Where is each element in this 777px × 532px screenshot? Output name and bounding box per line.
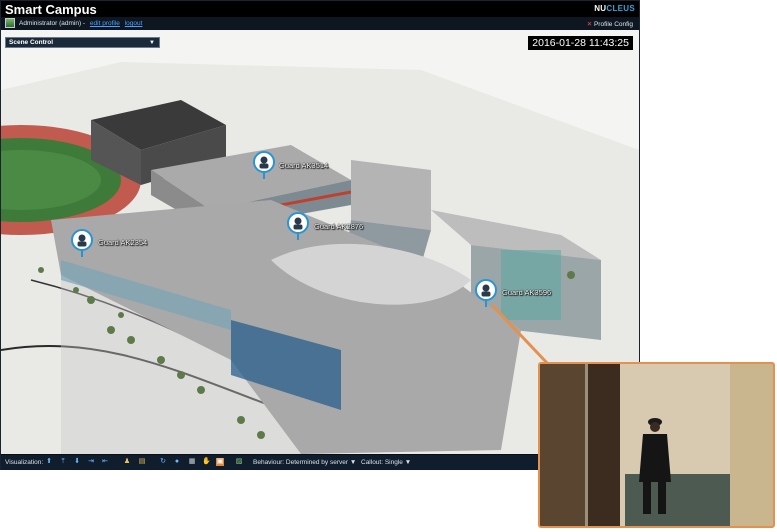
grid-icon[interactable]: ▦ [188,458,196,466]
guard-marker-icon [71,229,93,257]
chevron-down-icon: ▼ [149,40,155,46]
title-bar: Smart Campus NUCLEUS [1,1,639,17]
camera-feed-image [540,364,773,526]
hand-icon[interactable]: ✋ [202,458,211,466]
callout-label: Callout: Single [361,459,403,466]
chevron-down-icon: ▼ [349,459,357,466]
guard-marker[interactable] [253,151,275,179]
guard-label: Guard AK2354 [98,238,148,247]
edit-profile-link[interactable]: edit profile [90,20,120,27]
guard-label: Guard AK3514 [279,161,329,170]
user-info: Administrator (admin) - edit profile log… [19,20,142,27]
camera-feed-callout[interactable] [538,362,775,528]
chevron-down-icon: ▼ [404,459,412,466]
move-down-icon[interactable]: ⬇ [73,458,81,466]
folder-icon[interactable]: ▤ [138,458,146,466]
user-bar: Administrator (admin) - edit profile log… [1,17,639,30]
move-top-icon[interactable]: ⤒ [59,458,67,466]
layer-icon[interactable]: ▣ [216,458,224,466]
guard-marker[interactable] [71,229,93,257]
guard-marker-icon [475,279,497,307]
move-up-icon[interactable]: ⬆ [45,458,53,466]
callout-dropdown[interactable]: Callout: Single ▼ [361,459,411,466]
timestamp-display: 2016-01-28 11:43:25 [528,36,633,50]
guard-marker[interactable] [475,279,497,307]
logout-link[interactable]: logout [125,20,143,27]
scene-control-dropdown[interactable]: Scene Control ▼ [5,37,160,48]
person-icon[interactable]: ♟ [123,458,131,466]
move-left-icon[interactable]: ⇤ [101,458,109,466]
profile-config-button[interactable]: ✕ Profile Config [587,20,633,28]
globe-icon[interactable]: ● [173,458,181,466]
visualization-label: Visualization: [5,459,44,466]
image-icon[interactable]: ▨ [235,458,243,466]
rotate-icon[interactable]: ↻ [159,458,167,466]
user-avatar-icon [5,18,15,28]
guard-marker[interactable] [287,212,309,240]
move-right-icon[interactable]: ⇥ [87,458,95,466]
guard-marker-icon [287,212,309,240]
behaviour-dropdown[interactable]: Behaviour: Determined by server ▼ [253,459,356,466]
guard-label: Guard AK2876 [314,222,364,231]
user-label: Administrator (admin) - [19,20,86,27]
app-title: Smart Campus [5,2,97,17]
nucleus-logo: NUCLEUS [594,4,635,13]
profile-config-icon: ✕ [586,21,593,28]
guard-label: Guard AK3596 [502,288,552,297]
scene-control-label: Scene Control [9,39,54,46]
profile-config-label: Profile Config [593,21,633,28]
guard-marker-icon [253,151,275,179]
behaviour-label: Behaviour: Determined by server [253,459,349,466]
